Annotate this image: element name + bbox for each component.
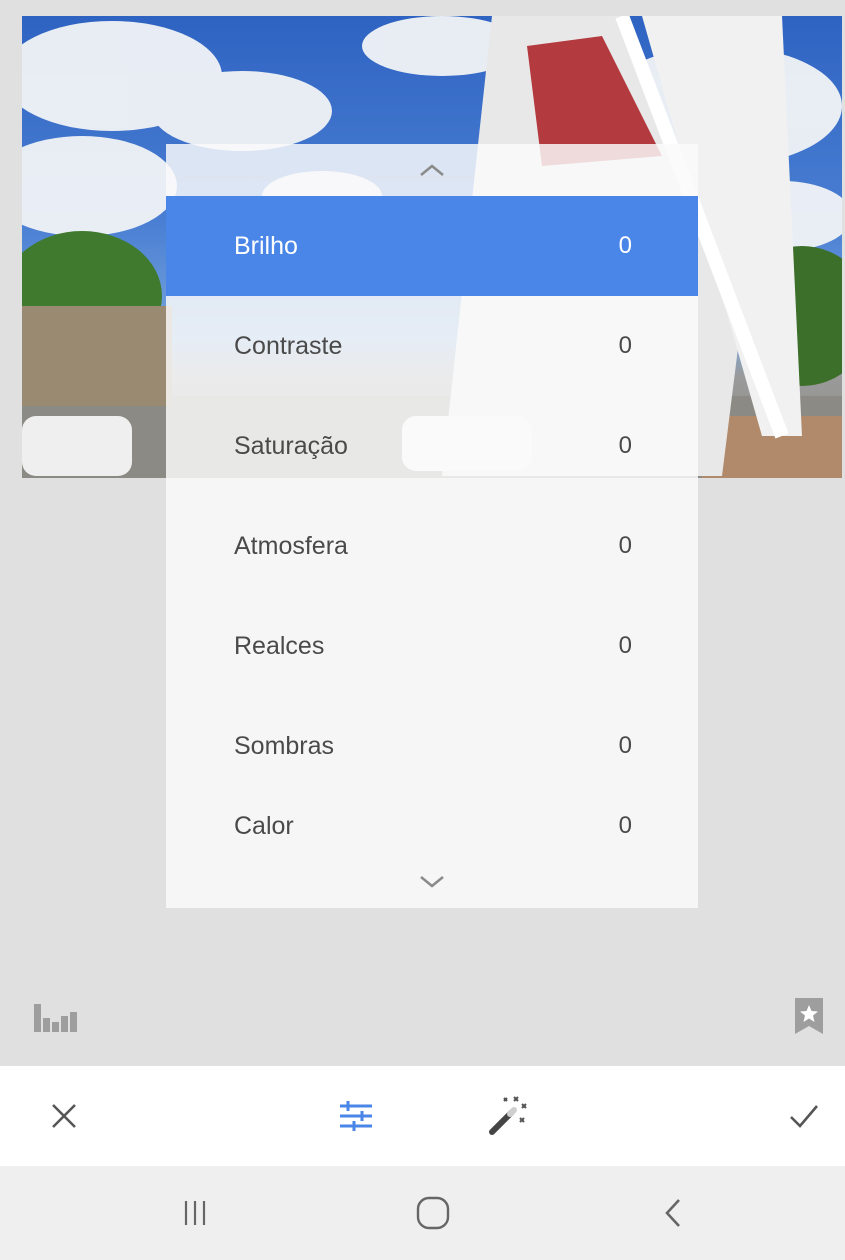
menu-item-value: 0 (618, 812, 632, 839)
back-icon (665, 1199, 680, 1227)
auto-enhance-button[interactable] (484, 1092, 532, 1140)
bookmark-star-icon (795, 998, 823, 1034)
menu-item-brilho[interactable]: Brilho 0 (166, 196, 698, 296)
menu-item-label: Saturação (234, 431, 348, 460)
back-button[interactable] (648, 1188, 698, 1238)
check-icon (790, 1105, 818, 1128)
menu-item-value: 0 (618, 732, 632, 759)
system-nav-bar (0, 1166, 845, 1260)
menu-item-label: Sombras (234, 731, 335, 760)
tune-sliders-icon (340, 1101, 372, 1131)
adjustments-menu: Brilho 0 Contraste 0 Saturação 0 Atmosfe… (166, 144, 698, 908)
close-icon (52, 1104, 76, 1128)
menu-item-saturacao[interactable]: Saturação 0 (166, 396, 698, 496)
tune-button[interactable] (332, 1092, 380, 1140)
menu-item-atmosfera[interactable]: Atmosfera 0 (166, 496, 698, 596)
scroll-down-button[interactable] (166, 856, 698, 908)
chevron-up-icon (420, 164, 444, 176)
menu-item-label: Atmosfera (234, 531, 348, 560)
recent-apps-icon (184, 1201, 206, 1225)
edit-toolbar (0, 1066, 845, 1166)
menu-item-value: 0 (618, 432, 632, 459)
styles-button[interactable] (792, 996, 826, 1041)
menu-item-label: Calor (234, 811, 294, 840)
magic-wand-icon (489, 1096, 527, 1135)
apply-button[interactable] (780, 1092, 828, 1140)
histogram-button[interactable] (32, 1000, 80, 1039)
menu-item-value: 0 (618, 232, 632, 259)
menu-item-value: 0 (618, 332, 632, 359)
menu-item-realces[interactable]: Realces 0 (166, 596, 698, 696)
menu-item-label: Contraste (234, 331, 343, 360)
menu-item-label: Brilho (234, 231, 298, 260)
histogram-icon (34, 1004, 77, 1032)
home-button[interactable] (408, 1188, 458, 1238)
menu-item-value: 0 (618, 532, 632, 559)
scroll-up-button[interactable] (166, 144, 698, 196)
menu-item-value: 0 (618, 632, 632, 659)
menu-item-label: Realces (234, 631, 325, 660)
menu-item-contraste[interactable]: Contraste 0 (166, 296, 698, 396)
recent-apps-button[interactable] (170, 1188, 220, 1238)
home-icon (416, 1196, 450, 1230)
chevron-down-icon (420, 876, 444, 888)
cancel-button[interactable] (40, 1092, 88, 1140)
